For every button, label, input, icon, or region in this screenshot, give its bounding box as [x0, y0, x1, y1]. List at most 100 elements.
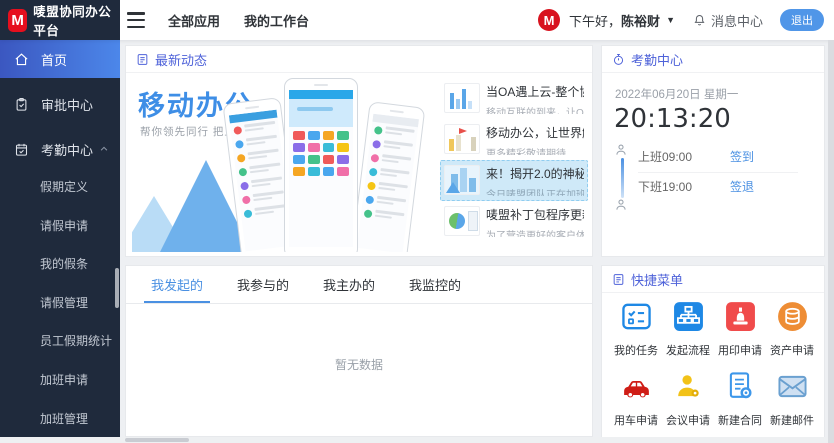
quick-menu-title: 快捷菜单: [631, 270, 683, 289]
sidebar-subitem-leave-manage[interactable]: 请假管理: [0, 284, 120, 323]
person-icon: [614, 143, 628, 157]
news-list: 当OA遇上云-整个协同OA 移动互联的到来，让OA与云 移动办公，让世界触手可更多…: [440, 78, 588, 242]
empty-state-text: 暂无数据: [126, 356, 592, 373]
mobile-office-banner[interactable]: 移动办公 帮你领先同行 把工作带出办公室: [132, 76, 436, 252]
quick-item-label: 用车申请: [614, 412, 658, 428]
news-subtitle: 更多精彩敬请期待........: [486, 145, 584, 155]
vertical-scrollbar[interactable]: [828, 40, 834, 443]
sidebar-item-attendance[interactable]: 考勤中心: [0, 130, 120, 168]
stopwatch-icon: [612, 53, 625, 66]
quick-menu-header: 快捷菜单: [602, 266, 824, 293]
clipboard-icon: [14, 97, 29, 112]
user-name: 陈裕财: [621, 14, 660, 29]
news-item[interactable]: 当OA遇上云-整个协同OA 移动互联的到来，让OA与云: [440, 78, 588, 119]
attendance-clock: 20:13:20: [614, 104, 731, 134]
greeting-text: 下午好，: [569, 14, 621, 29]
nav-all-apps[interactable]: 全部应用: [168, 11, 220, 30]
horizontal-scrollbar[interactable]: [0, 437, 834, 443]
quick-item-label: 资产申请: [770, 342, 814, 358]
quick-item-new-contract[interactable]: 新建合同: [714, 370, 766, 428]
quick-item-label: 发起流程: [666, 342, 710, 358]
calendar-icon: [14, 142, 29, 157]
sidebar-scrollbar-thumb[interactable]: [115, 268, 119, 308]
tab-hosted-by-me[interactable]: 我主办的: [306, 266, 392, 303]
meeting-person-icon: [672, 370, 705, 403]
news-subtitle: 移动互联的到来，让OA与云: [486, 104, 584, 114]
sidebar-item-label: 审批中心: [41, 95, 93, 114]
attendance-date: 2022年06月20日 星期一: [615, 86, 738, 102]
quick-item-asset-apply[interactable]: 资产申请: [766, 300, 818, 358]
news-title: 来！揭开2.0的神秘面纱~: [486, 165, 584, 182]
brand[interactable]: M 唛盟协同办公平台: [0, 0, 120, 40]
check-in-time: 上班09:00: [638, 148, 692, 165]
attendance-panel-title: 考勤中心: [631, 50, 683, 69]
quick-item-meeting-apply[interactable]: 会议申请: [662, 370, 714, 428]
news-thumbnail: [444, 124, 480, 154]
tab-participated-by-me[interactable]: 我参与的: [220, 266, 306, 303]
contract-icon: [724, 370, 757, 403]
news-panel-header: 最新动态: [126, 46, 592, 73]
header-right: M 下午好，陈裕财 ▼ 消息中心 退出: [538, 0, 824, 40]
news-title: 当OA遇上云-整个协同OA: [486, 83, 584, 100]
sidebar-subitem-overtime-manage[interactable]: 加班管理: [0, 400, 120, 439]
attendance-panel: 考勤中心 2022年06月20日 星期一 20:13:20 上班09:00 签到…: [601, 45, 825, 257]
database-icon: [776, 300, 809, 333]
news-item[interactable]: 移动办公，让世界触手可更多精彩敬请期待........: [440, 119, 588, 160]
top-header: M 唛盟协同办公平台 全部应用 我的工作台 M 下午好，陈裕财 ▼ 消息中心 退…: [0, 0, 834, 40]
stamp-icon: [724, 300, 757, 333]
news-panel: 最新动态 移动办公 帮你领先同行 把工作带出办公室: [125, 45, 593, 257]
quick-item-my-tasks[interactable]: 我的任务: [610, 300, 662, 358]
quick-item-label: 新建邮件: [770, 412, 814, 428]
sidebar-submenu: 假期定义 请假申请 我的假条 请假管理 员工假期统计 加班申请 加班管理: [0, 168, 120, 438]
sidebar-subitem-holiday-define[interactable]: 假期定义: [0, 168, 120, 207]
bell-icon: [692, 13, 707, 28]
task-list-icon: [620, 300, 653, 333]
chevron-down-icon[interactable]: ▼: [666, 15, 675, 25]
sidebar-item-home[interactable]: 首页: [0, 40, 120, 78]
car-icon: [620, 370, 653, 403]
user-greeting[interactable]: 下午好，陈裕财: [569, 11, 660, 30]
quick-item-start-process[interactable]: 发起流程: [662, 300, 714, 358]
sidebar-subitem-staff-holiday-stats[interactable]: 员工假期统计: [0, 322, 120, 361]
nav-my-workbench[interactable]: 我的工作台: [244, 11, 309, 30]
tasks-panel: 我发起的 我参与的 我主办的 我监控的 暂无数据: [125, 265, 593, 437]
sidebar-item-approval[interactable]: 审批中心: [0, 85, 120, 123]
news-thumbnail: [444, 165, 480, 195]
top-nav: 全部应用 我的工作台: [168, 0, 309, 40]
message-center[interactable]: 消息中心: [692, 11, 763, 30]
news-item[interactable]: 唛盟补丁包程序更新为了营造更好的客户体验，唛: [440, 201, 588, 242]
quick-menu-grid: 我的任务 发起流程 用印申请 资产申请 用车申请 会议申请: [610, 300, 818, 428]
news-subtitle: 为了营造更好的客户体验，唛: [486, 227, 584, 237]
envelope-icon: [776, 370, 809, 403]
sidebar-subitem-my-leave[interactable]: 我的假条: [0, 245, 120, 284]
check-in-row: 上班09:00 签到: [638, 148, 808, 165]
check-out-row: 下班19:00 签退: [638, 178, 808, 195]
sidebar-subitem-leave-apply[interactable]: 请假申请: [0, 207, 120, 246]
quick-item-label: 我的任务: [614, 342, 658, 358]
chevron-up-icon: [99, 144, 109, 154]
news-thumbnail: [444, 206, 480, 236]
logout-button[interactable]: 退出: [780, 9, 824, 31]
attendance-panel-header: 考勤中心: [602, 46, 824, 73]
phone-mockup-center: [284, 78, 358, 252]
tab-monitored-by-me[interactable]: 我监控的: [392, 266, 478, 303]
horizontal-scrollbar-thumb[interactable]: [125, 438, 189, 442]
quick-item-vehicle-apply[interactable]: 用车申请: [610, 370, 662, 428]
news-title: 移动办公，让世界触手可: [486, 124, 584, 141]
quick-item-new-mail[interactable]: 新建邮件: [766, 370, 818, 428]
phone-mockup-right: [351, 101, 426, 252]
tab-initiated-by-me[interactable]: 我发起的: [134, 266, 220, 303]
check-out-time: 下班19:00: [638, 178, 692, 195]
oa-dashboard: M 唛盟协同办公平台 全部应用 我的工作台 M 下午好，陈裕财 ▼ 消息中心 退…: [0, 0, 834, 443]
check-in-button[interactable]: 签到: [730, 148, 754, 165]
check-out-button[interactable]: 签退: [730, 178, 754, 195]
quick-item-seal-apply[interactable]: 用印申请: [714, 300, 766, 358]
message-center-label: 消息中心: [711, 11, 763, 30]
sidebar-subitem-overtime-apply[interactable]: 加班申请: [0, 361, 120, 400]
news-title: 唛盟补丁包程序更新: [486, 206, 584, 223]
menu-toggle-icon[interactable]: [127, 12, 145, 28]
news-panel-title: 最新动态: [155, 50, 207, 69]
avatar[interactable]: M: [538, 9, 560, 31]
news-item-highlighted[interactable]: 来！揭开2.0的神秘面纱~今日唛盟团队正在加班加点,: [440, 160, 588, 201]
app-title: 唛盟协同办公平台: [33, 1, 120, 39]
